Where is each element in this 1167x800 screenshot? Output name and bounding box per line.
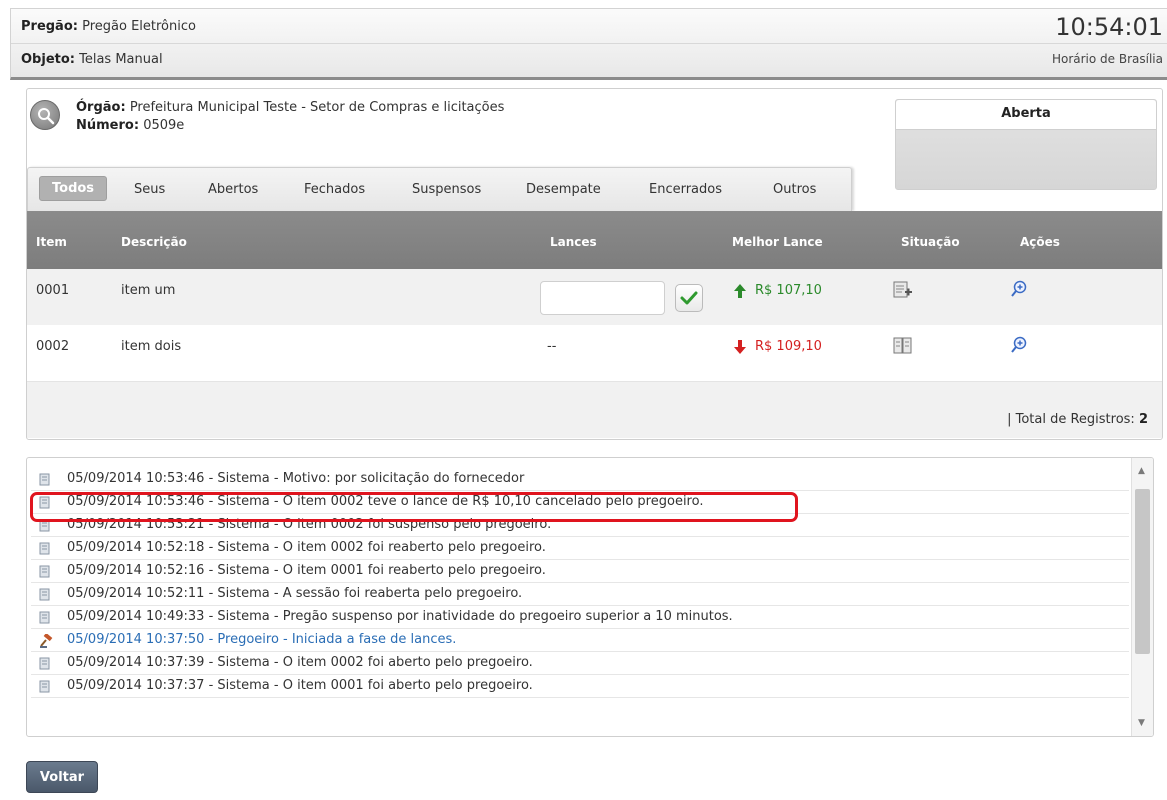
col-situacao: Situação xyxy=(901,235,960,249)
clock: 10:54:01 xyxy=(1055,13,1163,41)
document-icon xyxy=(39,657,50,670)
col-item: Item xyxy=(36,235,67,249)
voltar-button[interactable]: Voltar xyxy=(26,761,98,793)
log-entry: 05/09/2014 10:37:39 - Sistema - O item 0… xyxy=(31,652,1129,675)
table-row: 0002 item dois -- R$ 109,10 xyxy=(27,325,1162,381)
log-text: 05/09/2014 10:37:39 - Sistema - O item 0… xyxy=(67,655,533,670)
log-entry: 05/09/2014 10:53:46 - Sistema - Motivo: … xyxy=(31,468,1129,491)
log-text: 05/09/2014 10:37:37 - Sistema - O item 0… xyxy=(67,678,533,693)
orgao-value: Prefeitura Municipal Teste - Setor de Co… xyxy=(129,100,505,115)
total-value: 2 xyxy=(1138,412,1148,427)
row-item: 0002 xyxy=(36,339,70,354)
document-icon xyxy=(39,588,50,601)
log-text: 05/09/2014 10:52:16 - Sistema - O item 0… xyxy=(67,563,546,578)
situacao-closed-icon xyxy=(893,337,912,354)
tab-fechados[interactable]: Fechados xyxy=(304,182,365,197)
col-lances: Lances xyxy=(550,235,597,249)
row-descricao: item um xyxy=(121,283,176,298)
log-entry: 05/09/2014 10:52:11 - Sistema - A sessão… xyxy=(31,583,1129,606)
row-lances: -- xyxy=(547,339,557,354)
orgao-label: Órgão: xyxy=(76,100,126,115)
col-melhor-lance: Melhor Lance xyxy=(732,235,823,249)
scroll-up-icon[interactable]: ▲ xyxy=(1138,466,1145,476)
clock-timezone: Horário de Brasília xyxy=(1051,52,1163,66)
log-text: 05/09/2014 10:37:50 - Pregoeiro - Inicia… xyxy=(67,632,457,647)
pregao-label: Pregão: xyxy=(21,19,78,34)
zoom-in-icon[interactable] xyxy=(1010,336,1028,354)
table-header: Item Descrição Lances Melhor Lance Situa… xyxy=(27,211,1162,269)
document-icon xyxy=(39,542,50,555)
status-label: Aberta xyxy=(896,100,1156,130)
tab-abertos[interactable]: Abertos xyxy=(208,182,258,197)
melhor-lance-value: R$ 107,10 xyxy=(755,283,822,298)
arrow-down-icon xyxy=(734,340,746,354)
scroll-down-icon[interactable]: ▼ xyxy=(1138,718,1145,728)
magnifier-icon[interactable] xyxy=(30,100,60,130)
log-entry: 05/09/2014 10:49:33 - Sistema - Pregão s… xyxy=(31,606,1129,629)
col-descricao: Descrição xyxy=(121,235,187,249)
check-icon xyxy=(680,291,698,305)
tab-outros[interactable]: Outros xyxy=(773,182,816,197)
col-acoes: Ações xyxy=(1020,235,1060,249)
numero-value: 0509e xyxy=(143,118,185,133)
objeto-label: Objeto: xyxy=(21,52,75,67)
session-header: Pregão: Pregão Eletrônico Objeto: Telas … xyxy=(10,8,1167,80)
log-text: 05/09/2014 10:53:46 - Sistema - Motivo: … xyxy=(67,471,525,486)
objeto-value: Telas Manual xyxy=(79,52,163,67)
tab-encerrados[interactable]: Encerrados xyxy=(649,182,722,197)
orgao-line: Órgão: Prefeitura Municipal Teste - Seto… xyxy=(76,100,504,115)
confirm-lance-button[interactable] xyxy=(675,284,703,312)
row-descricao: item dois xyxy=(121,339,182,354)
log-scrollbar[interactable]: ▲ ▼ xyxy=(1131,458,1153,736)
log-entry: 05/09/2014 10:37:50 - Pregoeiro - Inicia… xyxy=(31,629,1129,652)
document-icon xyxy=(39,680,50,693)
situacao-open-icon xyxy=(893,281,912,298)
row-item: 0001 xyxy=(36,283,70,298)
items-table: Item Descrição Lances Melhor Lance Situa… xyxy=(27,211,1162,439)
log-text: 05/09/2014 10:52:11 - Sistema - A sessão… xyxy=(67,586,523,601)
lance-input[interactable] xyxy=(540,281,665,315)
total-label: | Total de Registros: xyxy=(1007,412,1135,427)
header-divider xyxy=(11,43,1167,44)
log-entry: 05/09/2014 10:52:16 - Sistema - O item 0… xyxy=(31,560,1129,583)
status-box: Aberta xyxy=(895,99,1157,190)
gavel-icon xyxy=(40,634,53,648)
log-text: 05/09/2014 10:49:33 - Sistema - Pregão s… xyxy=(67,609,733,624)
log-entry: 05/09/2014 10:52:18 - Sistema - O item 0… xyxy=(31,537,1129,560)
table-footer: | Total de Registros: 2 xyxy=(27,381,1162,438)
tab-desempate[interactable]: Desempate xyxy=(526,182,601,197)
arrow-up-icon xyxy=(734,284,746,298)
objeto-line: Objeto: Telas Manual xyxy=(21,52,163,67)
total-registros: | Total de Registros: 2 xyxy=(1007,412,1148,427)
numero-line: Número: 0509e xyxy=(76,118,184,133)
highlight-box xyxy=(30,492,798,522)
log-text: 05/09/2014 10:52:18 - Sistema - O item 0… xyxy=(67,540,546,555)
pregao-value: Pregão Eletrônico xyxy=(82,19,196,34)
tab-seus[interactable]: Seus xyxy=(134,182,165,197)
tab-todos[interactable]: Todos xyxy=(39,176,108,201)
table-row: 0001 item um R$ 107,10 xyxy=(27,269,1162,325)
document-icon xyxy=(39,611,50,624)
scroll-thumb[interactable] xyxy=(1135,489,1150,654)
tab-suspensos[interactable]: Suspensos xyxy=(412,182,481,197)
log-entry: 05/09/2014 10:37:37 - Sistema - O item 0… xyxy=(31,675,1129,698)
melhor-lance-value: R$ 109,10 xyxy=(755,339,822,354)
tab-bar: Todos Seus Abertos Fechados Suspensos De… xyxy=(27,167,852,211)
pregao-line: Pregão: Pregão Eletrônico xyxy=(21,19,196,34)
document-icon xyxy=(39,473,50,486)
document-icon xyxy=(39,565,50,578)
numero-label: Número: xyxy=(76,118,140,133)
items-panel: Órgão: Prefeitura Municipal Teste - Seto… xyxy=(26,88,1163,440)
zoom-in-icon[interactable] xyxy=(1010,280,1028,298)
